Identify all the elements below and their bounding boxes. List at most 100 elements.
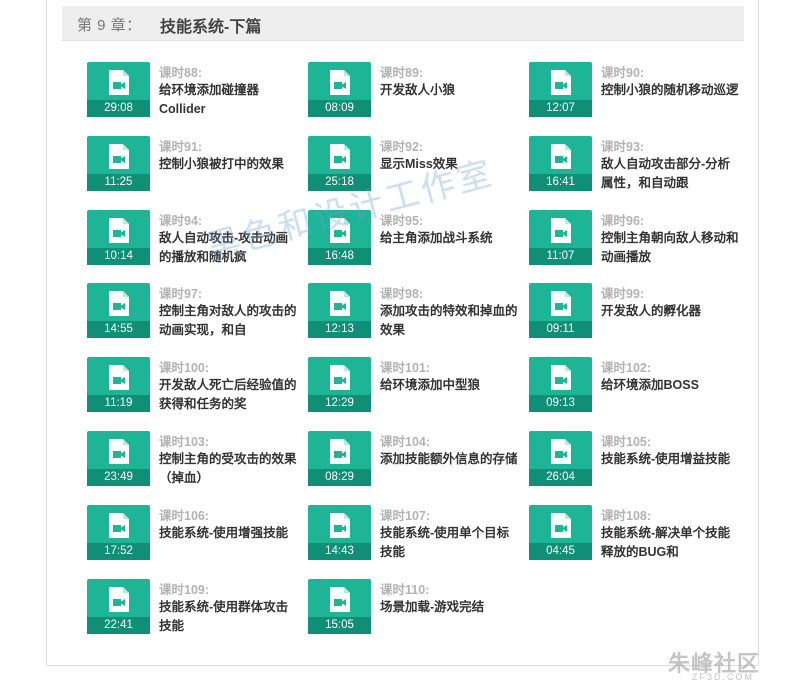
lesson-duration: 11:25 [87,174,150,191]
lesson-item[interactable]: 23:49 课时103: 控制主角的受攻击的效果（掉血） [87,431,299,493]
video-thumbnail[interactable]: 17:52 [87,505,150,560]
lesson-number: 课时106: [159,509,210,523]
video-thumbnail[interactable]: 09:11 [529,283,592,338]
video-thumbnail[interactable]: 08:29 [308,431,371,486]
lesson-item[interactable]: 29:08 课时88: 给环境添加碰撞器Collider [87,62,299,124]
lesson-title[interactable]: 敌人自动攻击-攻击动画的播放和随机疯 [159,229,299,267]
lesson-item[interactable]: 14:55 课时97: 控制主角对敌人的攻击的动画实现，和自 [87,283,299,345]
lesson-duration: 14:55 [87,321,150,338]
lesson-title[interactable]: 控制主角的受攻击的效果（掉血） [159,450,299,488]
lesson-item[interactable]: 04:45 课时108: 技能系统-解决单个技能释放的BUG和 [529,505,741,567]
video-thumbnail[interactable]: 12:13 [308,283,371,338]
lesson-duration: 16:48 [308,248,371,265]
lesson-item[interactable]: 11:25 课时91: 控制小狼被打中的效果 [87,136,299,198]
lesson-title[interactable]: 开发敌人小狼 [380,81,520,119]
video-thumbnail[interactable]: 12:29 [308,357,371,412]
lesson-number: 课时96: [601,214,645,228]
lesson-item[interactable]: 16:48 课时95: 给主角添加战斗系统 [308,210,520,272]
lesson-title[interactable]: 开发敌人的孵化器 [601,302,741,340]
lesson-duration: 15:05 [308,617,371,634]
lesson-title[interactable]: 添加技能额外信息的存储 [380,450,520,488]
chapter-title: 技能系统-下篇 [160,19,262,36]
lesson-duration: 08:09 [308,100,371,117]
lesson-duration: 10:14 [87,248,150,265]
lesson-duration: 23:49 [87,469,150,486]
lesson-item[interactable]: 09:13 课时102: 给环境添加BOSS [529,357,741,419]
video-thumbnail[interactable]: 12:07 [529,62,592,117]
lesson-title[interactable]: 敌人自动攻击部分-分析属性，和自动跟 [601,155,741,193]
lesson-title[interactable]: 技能系统-解决单个技能释放的BUG和 [601,524,741,562]
lesson-title[interactable]: 技能系统-使用单个目标技能 [380,524,520,562]
lesson-item[interactable]: 10:14 课时94: 敌人自动攻击-攻击动画的播放和随机疯 [87,210,299,272]
lesson-title[interactable]: 开发敌人死亡后经验值的获得和任务的奖 [159,376,299,414]
lesson-number: 课时92: [380,140,424,154]
lesson-title[interactable]: 添加攻击的特效和掉血的效果 [380,302,520,340]
lesson-number: 课时89: [380,66,424,80]
lesson-title[interactable]: 给环境添加碰撞器Collider [159,81,299,119]
lesson-duration: 17:52 [87,543,150,560]
lesson-item[interactable]: 25:18 课时92: 显示Miss效果 [308,136,520,198]
video-thumbnail[interactable]: 11:25 [87,136,150,191]
lesson-item[interactable]: 14:43 课时107: 技能系统-使用单个目标技能 [308,505,520,567]
lesson-number: 课时103: [159,435,210,449]
lesson-duration: 29:08 [87,100,150,117]
lesson-item[interactable]: 08:29 课时104: 添加技能额外信息的存储 [308,431,520,493]
video-thumbnail[interactable]: 25:18 [308,136,371,191]
lesson-title[interactable]: 技能系统-使用增益技能 [601,450,741,488]
video-thumbnail[interactable]: 16:41 [529,136,592,191]
video-thumbnail[interactable]: 26:04 [529,431,592,486]
video-thumbnail[interactable]: 14:43 [308,505,371,560]
lesson-item[interactable]: 26:04 课时105: 技能系统-使用增益技能 [529,431,741,493]
lesson-title[interactable]: 控制主角对敌人的攻击的动画实现，和自 [159,302,299,340]
lesson-title[interactable]: 给环境添加BOSS [601,376,741,414]
lesson-number: 课时95: [380,214,424,228]
video-thumbnail[interactable]: 08:09 [308,62,371,117]
lesson-item[interactable]: 17:52 课时106: 技能系统-使用增强技能 [87,505,299,567]
video-thumbnail[interactable]: 04:45 [529,505,592,560]
lesson-item[interactable]: 12:07 课时90: 控制小狼的随机移动巡逻 [529,62,741,124]
lesson-item[interactable]: 11:07 课时96: 控制主角朝向敌人移动和动画播放 [529,210,741,272]
lesson-duration: 14:43 [308,543,371,560]
lesson-number: 课时94: [159,214,203,228]
lesson-item[interactable]: 12:13 课时98: 添加攻击的特效和掉血的效果 [308,283,520,345]
lesson-item[interactable]: 22:41 课时109: 技能系统-使用群体攻击技能 [87,579,299,641]
lesson-duration: 08:29 [308,469,371,486]
lesson-item[interactable]: 12:29 课时101: 给环境添加中型狼 [308,357,520,419]
lesson-number: 课时105: [601,435,652,449]
lesson-title[interactable]: 技能系统-使用群体攻击技能 [159,598,299,636]
video-thumbnail[interactable]: 09:13 [529,357,592,412]
chapter-header: 第 9 章： 技能系统-下篇 [62,6,744,41]
lesson-title[interactable]: 控制主角朝向敌人移动和动画播放 [601,229,741,267]
lesson-number: 课时97: [159,287,203,301]
lesson-number: 课时104: [380,435,431,449]
lesson-number: 课时108: [601,509,652,523]
lesson-title[interactable]: 显示Miss效果 [380,155,520,193]
video-thumbnail[interactable]: 29:08 [87,62,150,117]
lesson-item[interactable]: 11:19 课时100: 开发敌人死亡后经验值的获得和任务的奖 [87,357,299,419]
lesson-title[interactable]: 场景加载-游戏完结 [380,598,520,636]
lesson-number: 课时101: [380,361,431,375]
video-thumbnail[interactable]: 11:19 [87,357,150,412]
lesson-duration: 12:29 [308,395,371,412]
lesson-title[interactable]: 控制小狼的随机移动巡逻 [601,81,741,119]
video-thumbnail[interactable]: 16:48 [308,210,371,265]
video-thumbnail[interactable]: 11:07 [529,210,592,265]
lesson-item[interactable]: 16:41 课时93: 敌人自动攻击部分-分析属性，和自动跟 [529,136,741,198]
lesson-number: 课时93: [601,140,645,154]
lesson-number: 课时99: [601,287,645,301]
lesson-item[interactable]: 08:09 课时89: 开发敌人小狼 [308,62,520,124]
lesson-number: 课时102: [601,361,652,375]
video-thumbnail[interactable]: 15:05 [308,579,371,634]
lesson-number: 课时91: [159,140,203,154]
lesson-duration: 04:45 [529,543,592,560]
video-thumbnail[interactable]: 10:14 [87,210,150,265]
lesson-title[interactable]: 给主角添加战斗系统 [380,229,520,267]
lesson-title[interactable]: 给环境添加中型狼 [380,376,520,414]
lesson-title[interactable]: 技能系统-使用增强技能 [159,524,299,562]
lesson-title[interactable]: 控制小狼被打中的效果 [159,155,299,193]
lesson-item[interactable]: 15:05 课时110: 场景加载-游戏完结 [308,579,520,641]
video-thumbnail[interactable]: 14:55 [87,283,150,338]
video-thumbnail[interactable]: 23:49 [87,431,150,486]
lesson-item[interactable]: 09:11 课时99: 开发敌人的孵化器 [529,283,741,345]
video-thumbnail[interactable]: 22:41 [87,579,150,634]
